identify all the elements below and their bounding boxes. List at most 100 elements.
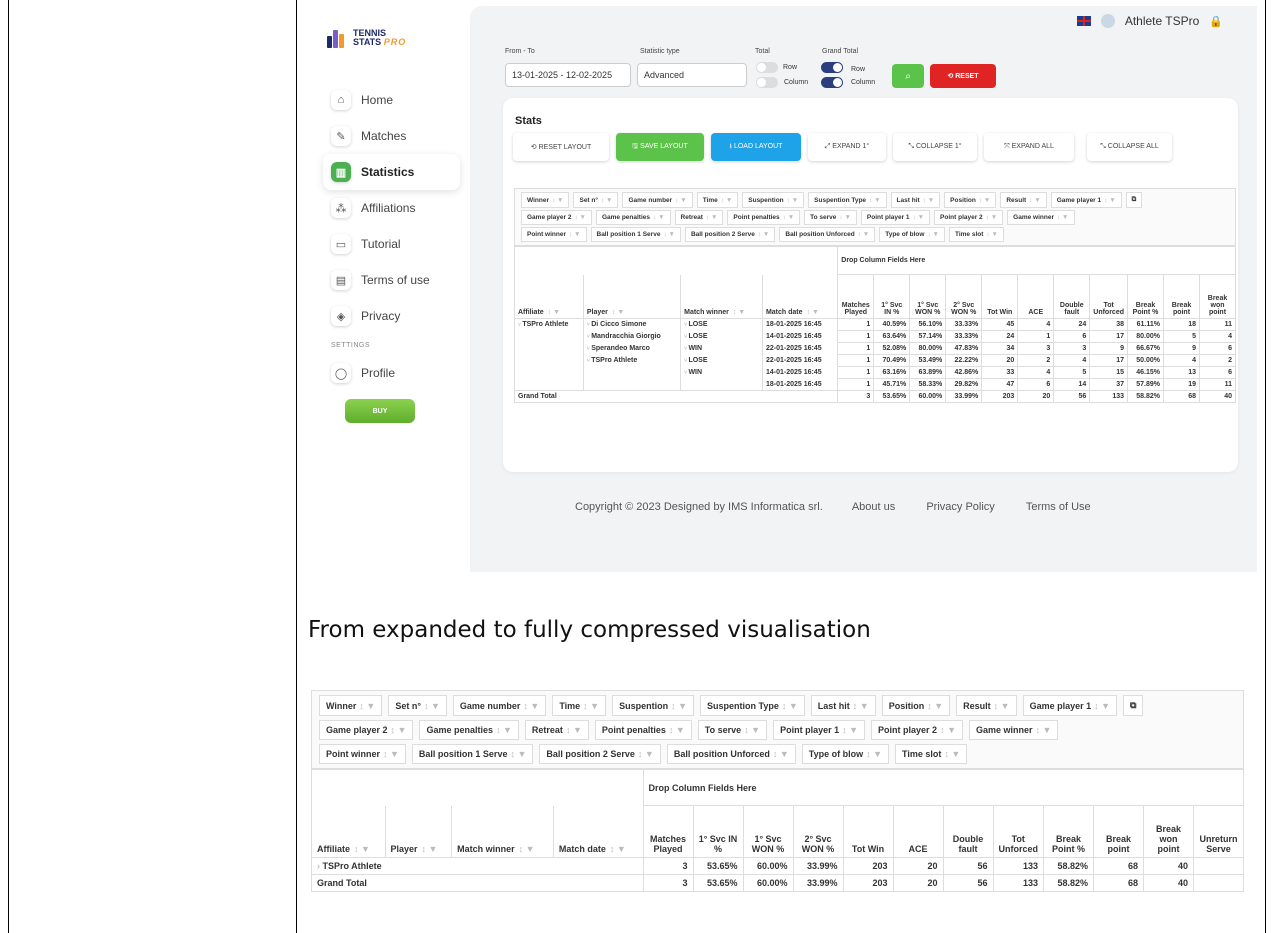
sort-filter-icon[interactable]: ↕ ▼ xyxy=(927,231,939,238)
uk-flag-icon[interactable] xyxy=(1076,16,1091,26)
field-chip[interactable]: Suspention ↕ ▼ xyxy=(742,192,805,208)
field-chip[interactable]: Game player 1 ↕ ▼ xyxy=(1022,695,1118,716)
sidebar-item-tutorial[interactable]: ▭ Tutorial xyxy=(323,226,473,262)
sort-filter-icon[interactable]: ↕ ▼ xyxy=(601,197,613,204)
field-chip[interactable]: Suspention ↕ ▼ xyxy=(612,695,695,716)
sort-filter-icon[interactable]: ↕ ▼ xyxy=(610,844,626,854)
sort-filter-icon[interactable]: ↕ ▼ xyxy=(653,214,665,221)
field-chip[interactable]: Winner ↕ ▼ xyxy=(319,695,383,716)
field-chip[interactable]: To serve ↕ ▼ xyxy=(697,720,768,740)
sort-filter-icon[interactable]: ↕ ▼ xyxy=(552,197,564,204)
row-header-affiliate[interactable]: Affiliate ↕ ▼ xyxy=(311,805,386,858)
reset-layout-button[interactable]: ⟲ RESET LAYOUT xyxy=(513,133,609,161)
row-cell-player[interactable]: ˅ Sperandeo Marco xyxy=(582,342,682,355)
sort-filter-icon[interactable]: ↕ ▼ xyxy=(354,844,370,854)
field-chip[interactable]: Type of blow ↕ ▼ xyxy=(879,227,945,242)
copy-icon[interactable]: ⧉ xyxy=(1123,695,1144,716)
load-layout-button[interactable]: ⭳ LOAD LAYOUT xyxy=(711,133,801,161)
sidebar-item-profile[interactable]: ◯ Profile xyxy=(323,355,473,391)
row-cell-winner[interactable]: ˅ LOSE xyxy=(680,330,763,343)
row-header-player[interactable]: Player ↕ ▼ xyxy=(384,805,453,858)
sort-filter-icon[interactable]: ↕ ▼ xyxy=(986,231,998,238)
expand-all-button[interactable]: ⤧ EXPAND ALL xyxy=(984,133,1074,161)
sort-filter-icon[interactable]: ↕ ▼ xyxy=(569,231,581,238)
copy-icon[interactable]: ⧉ xyxy=(1125,192,1143,208)
sort-filter-icon[interactable]: ↕ ▼ xyxy=(422,844,438,854)
field-chip[interactable]: Time slot ↕ ▼ xyxy=(895,744,968,764)
field-chip[interactable]: Game winner ↕ ▼ xyxy=(1007,210,1075,225)
sort-filter-icon[interactable]: ↕ ▼ xyxy=(675,197,687,204)
sort-filter-icon[interactable]: ↕ ▼ xyxy=(744,725,760,735)
sidebar-item-matches[interactable]: ✎ Matches xyxy=(323,118,473,154)
sort-filter-icon[interactable]: ↕ ▼ xyxy=(612,309,624,316)
sort-filter-icon[interactable]: ↕ ▼ xyxy=(782,701,798,711)
sort-filter-icon[interactable]: ↕ ▼ xyxy=(783,214,795,221)
field-chip[interactable]: Retreat ↕ ▼ xyxy=(674,210,724,225)
sort-filter-icon[interactable]: ↕ ▼ xyxy=(721,197,733,204)
field-chip[interactable]: Ball position Unforced ↕ ▼ xyxy=(666,744,796,764)
sort-filter-icon[interactable]: ↕ ▼ xyxy=(523,701,539,711)
field-chip[interactable]: Point winner ↕ ▼ xyxy=(319,744,406,764)
drop-column-fields[interactable]: Drop Column Fields Here xyxy=(642,769,1244,806)
about-link[interactable]: About us xyxy=(852,501,895,513)
search-button[interactable]: ⌕ xyxy=(892,64,924,88)
total-row-toggle[interactable] xyxy=(756,62,778,73)
logo[interactable]: TENNIS STATS PRO xyxy=(327,28,406,48)
sort-filter-icon[interactable]: ↕ ▼ xyxy=(638,749,654,759)
sort-filter-icon[interactable]: ↕ ▼ xyxy=(510,749,526,759)
privacy-link[interactable]: Privacy Policy xyxy=(926,501,994,513)
total-column-toggle[interactable] xyxy=(756,77,778,88)
sort-filter-icon[interactable]: ↕ ▼ xyxy=(773,749,789,759)
field-chip[interactable]: Game penalties ↕ ▼ xyxy=(419,720,519,740)
sidebar-item-affiliations[interactable]: ⁂ Affiliations xyxy=(323,190,473,226)
lock-icon[interactable]: 🔒 xyxy=(1209,15,1223,28)
sort-filter-icon[interactable]: ↕ ▼ xyxy=(940,725,956,735)
field-chip[interactable]: To serve ↕ ▼ xyxy=(804,210,857,225)
sort-filter-icon[interactable]: ↕ ▼ xyxy=(574,214,586,221)
grand-total-row-toggle[interactable] xyxy=(821,62,843,73)
field-chip[interactable]: Ball position 1 Serve ↕ ▼ xyxy=(590,227,681,242)
sort-filter-icon[interactable]: ↕ ▼ xyxy=(866,749,882,759)
row-header-match-winner[interactable]: Match winner ↕ ▼ xyxy=(680,274,763,319)
sort-filter-icon[interactable]: ↕ ▼ xyxy=(496,725,512,735)
field-chip[interactable]: Result ↕ ▼ xyxy=(956,695,1017,716)
field-chip[interactable]: Retreat ↕ ▼ xyxy=(524,720,589,740)
sort-filter-icon[interactable]: ↕ ▼ xyxy=(858,231,870,238)
field-chip[interactable]: Ball position Unforced ↕ ▼ xyxy=(779,227,876,242)
sort-filter-icon[interactable]: ↕ ▼ xyxy=(807,309,819,316)
row-cell-winner[interactable]: ˅ WIN xyxy=(680,366,763,379)
field-chip[interactable]: Game number ↕ ▼ xyxy=(452,695,547,716)
field-chip[interactable]: Result ↕ ▼ xyxy=(1000,192,1047,208)
sort-filter-icon[interactable]: ↕ ▼ xyxy=(583,701,599,711)
field-chip[interactable]: Time slot ↕ ▼ xyxy=(948,227,1004,242)
grand-total-column-toggle[interactable] xyxy=(821,77,843,88)
expand-first-button[interactable]: ⤢ EXPAND 1° xyxy=(808,133,886,161)
row-cell-winner[interactable]: ˅ LOSE xyxy=(680,354,763,367)
sort-filter-icon[interactable]: ↕ ▼ xyxy=(913,214,925,221)
field-chip[interactable]: Winner ↕ ▼ xyxy=(521,192,570,208)
row-cell-player[interactable]: ˅ Mandracchia Giorgio xyxy=(582,330,682,343)
field-chip[interactable]: Suspention Type ↕ ▼ xyxy=(700,695,805,716)
sort-filter-icon[interactable]: ↕ ▼ xyxy=(839,214,851,221)
sort-filter-icon[interactable]: ↕ ▼ xyxy=(869,197,881,204)
field-chip[interactable]: Point player 2 ↕ ▼ xyxy=(871,720,963,740)
sidebar-item-privacy[interactable]: ◈ Privacy xyxy=(323,298,473,334)
save-layout-button[interactable]: 🖫 SAVE LAYOUT xyxy=(616,133,704,161)
field-chip[interactable]: Game player 1 ↕ ▼ xyxy=(1050,192,1122,208)
sort-filter-icon[interactable]: ↕ ▼ xyxy=(733,309,745,316)
field-chip[interactable]: Point player 2 ↕ ▼ xyxy=(934,210,1004,225)
sort-filter-icon[interactable]: ↕ ▼ xyxy=(1036,725,1052,735)
drop-column-fields[interactable]: Drop Column Fields Here xyxy=(837,246,1236,275)
field-chip[interactable]: Game winner ↕ ▼ xyxy=(968,720,1059,740)
row-header-match-date[interactable]: Match date ↕ ▼ xyxy=(761,274,839,319)
sort-filter-icon[interactable]: ↕ ▼ xyxy=(986,214,998,221)
sidebar-item-terms-of-use[interactable]: ▤ Terms of use xyxy=(323,262,473,298)
terms-link[interactable]: Terms of Use xyxy=(1026,501,1091,513)
row-header-player[interactable]: Player ↕ ▼ xyxy=(582,274,682,319)
sort-filter-icon[interactable]: ↕ ▼ xyxy=(663,231,675,238)
field-chip[interactable]: Last hit ↕ ▼ xyxy=(810,695,876,716)
field-chip[interactable]: Position ↕ ▼ xyxy=(944,192,997,208)
collapse-first-button[interactable]: ⤡ COLLAPSE 1° xyxy=(893,133,977,161)
field-chip[interactable]: Game player 2 ↕ ▼ xyxy=(521,210,592,225)
field-chip[interactable]: Point penalties ↕ ▼ xyxy=(594,720,692,740)
